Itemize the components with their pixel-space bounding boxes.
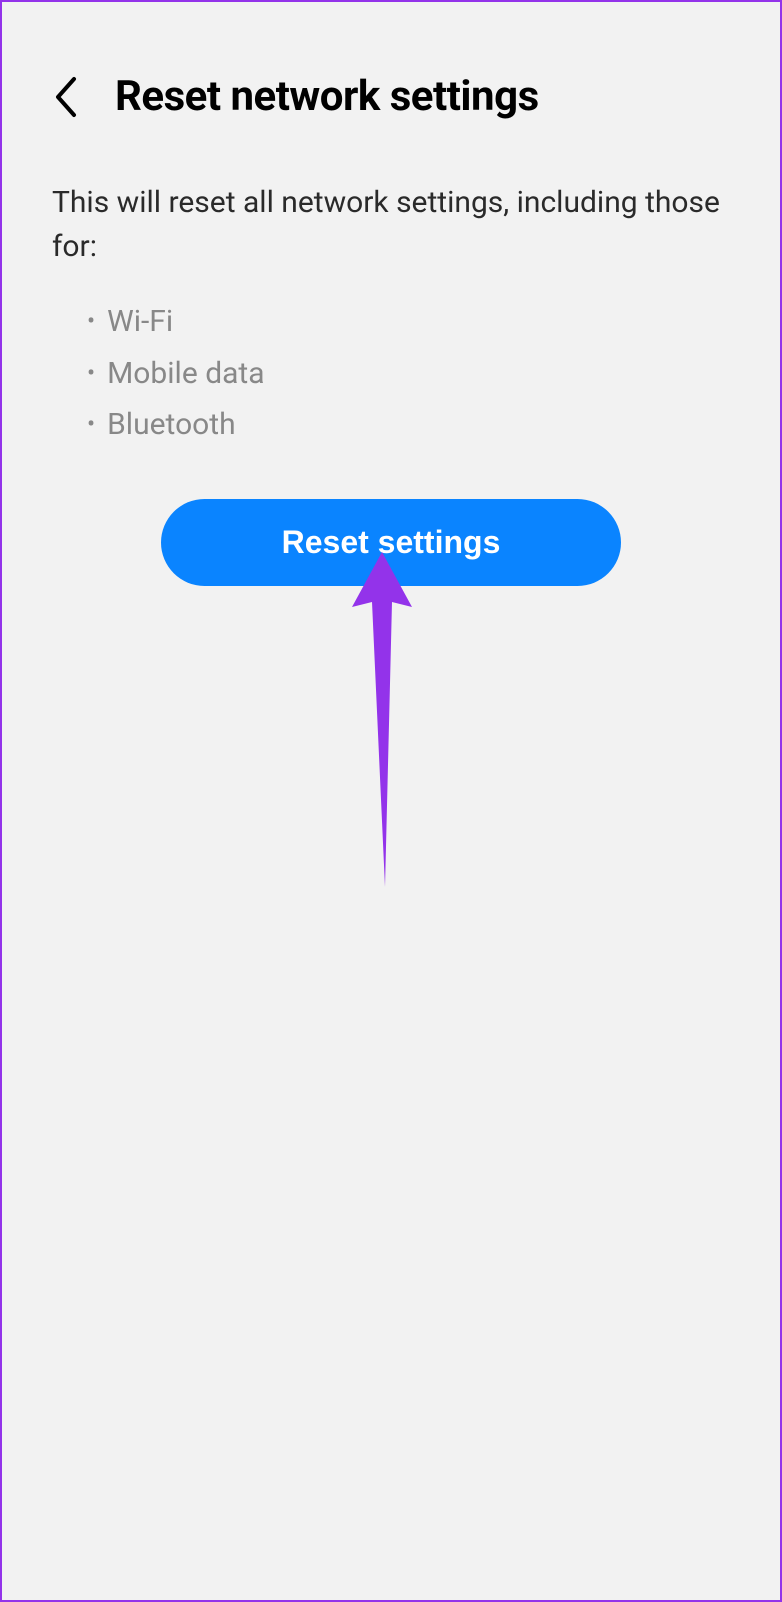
bullet-dot-icon: •	[87, 353, 95, 394]
list-item: • Wi-Fi	[87, 296, 730, 348]
reset-settings-button[interactable]: Reset settings	[161, 499, 621, 586]
header: Reset network settings	[2, 2, 780, 151]
description-text: This will reset all network settings, in…	[52, 181, 730, 268]
back-icon[interactable]	[52, 75, 80, 119]
page-title: Reset network settings	[115, 72, 539, 121]
bullet-dot-icon: •	[87, 404, 95, 445]
button-container: Reset settings	[52, 499, 730, 586]
list-item-label: Mobile data	[107, 348, 264, 400]
content-area: This will reset all network settings, in…	[2, 151, 780, 616]
bullet-dot-icon: •	[87, 301, 95, 342]
list-item: • Mobile data	[87, 348, 730, 400]
bullet-list: • Wi-Fi • Mobile data • Bluetooth	[52, 296, 730, 451]
list-item-label: Bluetooth	[107, 399, 236, 451]
list-item: • Bluetooth	[87, 399, 730, 451]
list-item-label: Wi-Fi	[107, 296, 173, 348]
